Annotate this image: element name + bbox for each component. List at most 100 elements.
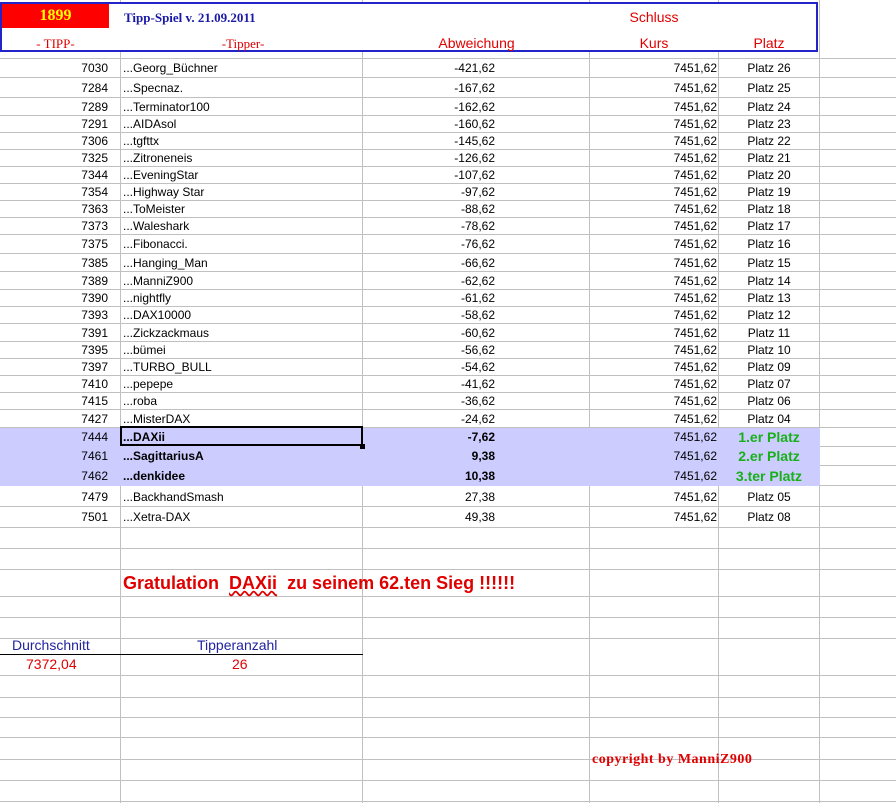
kurs-cell[interactable]: 7451,62	[590, 133, 717, 150]
kurs-cell[interactable]: 7451,62	[590, 150, 717, 167]
tipp-cell[interactable]: 7415	[0, 393, 108, 410]
abweichung-cell[interactable]: 9,38	[363, 447, 495, 466]
tipper-cell[interactable]: ...tgfttx	[123, 133, 363, 150]
platz-cell[interactable]: Platz 21	[719, 150, 819, 167]
kurs-cell[interactable]: 7451,62	[590, 235, 717, 254]
abweichung-cell[interactable]: -97,62	[363, 184, 495, 201]
kurs-cell[interactable]: 7451,62	[590, 428, 717, 447]
congratulation-text[interactable]: Gratulation DAXii zu seinem 62.ten Sieg …	[123, 573, 515, 594]
abweichung-cell[interactable]: -62,62	[363, 272, 495, 290]
tipper-cell[interactable]: ...roba	[123, 393, 363, 410]
tipp-cell[interactable]: 7427	[0, 410, 108, 428]
tipper-cell[interactable]: ...Xetra-DAX	[123, 508, 363, 527]
kurs-cell[interactable]: 7451,62	[590, 167, 717, 184]
abweichung-cell[interactable]: -160,62	[363, 116, 495, 133]
platz-cell[interactable]: Platz 13	[719, 290, 819, 307]
platz-cell[interactable]: Platz 08	[719, 508, 819, 527]
tipp-cell[interactable]: 7291	[0, 116, 108, 133]
tipper-cell[interactable]: ...Terminator100	[123, 98, 363, 116]
abweichung-cell[interactable]: -56,62	[363, 342, 495, 359]
tipp-cell[interactable]: 7501	[0, 508, 108, 527]
abweichung-cell[interactable]: -78,62	[363, 218, 495, 235]
kurs-cell[interactable]: 7451,62	[590, 508, 717, 527]
platz-cell[interactable]: Platz 23	[719, 116, 819, 133]
tipp-cell[interactable]: 7354	[0, 184, 108, 201]
platz-cell[interactable]: Platz 22	[719, 133, 819, 150]
tipp-cell[interactable]: 7306	[0, 133, 108, 150]
kurs-cell[interactable]: 7451,62	[590, 59, 717, 78]
kurs-cell[interactable]: 7451,62	[590, 342, 717, 359]
platz-cell[interactable]: 1.er Platz	[719, 428, 819, 447]
abweichung-cell[interactable]: -61,62	[363, 290, 495, 307]
abweichung-cell[interactable]: -145,62	[363, 133, 495, 150]
tipp-cell[interactable]: 7030	[0, 59, 108, 78]
tipp-cell[interactable]: 7444	[0, 428, 108, 447]
abweichung-cell[interactable]: -7,62	[363, 428, 495, 447]
tipp-cell[interactable]: 7479	[0, 486, 108, 508]
abweichung-cell[interactable]: -126,62	[363, 150, 495, 167]
platz-cell[interactable]: Platz 24	[719, 98, 819, 116]
platz-cell[interactable]: Platz 06	[719, 393, 819, 410]
abweichung-cell[interactable]: -88,62	[363, 201, 495, 218]
copyright-text[interactable]: copyright by ManniZ900	[592, 752, 752, 768]
tipp-cell[interactable]: 7289	[0, 98, 108, 116]
platz-cell[interactable]: Platz 14	[719, 272, 819, 290]
abweichung-cell[interactable]: -76,62	[363, 235, 495, 254]
selected-cell[interactable]	[120, 426, 363, 446]
platz-cell[interactable]: Platz 15	[719, 254, 819, 272]
tipp-cell[interactable]: 7375	[0, 235, 108, 254]
tipper-cell[interactable]: ...Waleshark	[123, 218, 363, 235]
tipper-cell[interactable]: ...Zitroneneis	[123, 150, 363, 167]
platz-cell[interactable]: Platz 19	[719, 184, 819, 201]
kurs-cell[interactable]: 7451,62	[590, 98, 717, 116]
tipper-cell[interactable]: ...SagittariusA	[123, 447, 363, 466]
tipper-cell[interactable]: ...Specnaz.	[123, 78, 363, 98]
kurs-cell[interactable]: 7451,62	[590, 376, 717, 393]
tipper-count-label[interactable]: Tipperanzahl	[197, 637, 277, 653]
platz-cell[interactable]: Platz 12	[719, 307, 819, 324]
abweichung-cell[interactable]: -58,62	[363, 307, 495, 324]
kurs-cell[interactable]: 7451,62	[590, 410, 717, 428]
average-label[interactable]: Durchschnitt	[12, 637, 90, 653]
abweichung-cell[interactable]: -162,62	[363, 98, 495, 116]
abweichung-cell[interactable]: -24,62	[363, 410, 495, 428]
tipper-cell[interactable]: ...bümei	[123, 342, 363, 359]
kurs-cell[interactable]: 7451,62	[590, 218, 717, 235]
abweichung-cell[interactable]: -66,62	[363, 254, 495, 272]
tipp-cell[interactable]: 7389	[0, 272, 108, 290]
platz-cell[interactable]: Platz 05	[719, 486, 819, 508]
tipper-cell[interactable]: ...EveningStar	[123, 167, 363, 184]
kurs-cell[interactable]: 7451,62	[590, 307, 717, 324]
abweichung-cell[interactable]: 10,38	[363, 466, 495, 486]
tipper-cell[interactable]: ...pepepe	[123, 376, 363, 393]
abweichung-cell[interactable]: -421,62	[363, 59, 495, 78]
abweichung-cell[interactable]: -41,62	[363, 376, 495, 393]
tipp-cell[interactable]: 7325	[0, 150, 108, 167]
tipper-cell[interactable]: ...ToMeister	[123, 201, 363, 218]
kurs-cell[interactable]: 7451,62	[590, 466, 717, 486]
platz-cell[interactable]: Platz 11	[719, 324, 819, 342]
platz-cell[interactable]: Platz 16	[719, 235, 819, 254]
kurs-cell[interactable]: 7451,62	[590, 272, 717, 290]
tipper-cell[interactable]: ...Zickzackmaus	[123, 324, 363, 342]
platz-cell[interactable]: Platz 25	[719, 78, 819, 98]
tipp-cell[interactable]: 7410	[0, 376, 108, 393]
platz-cell[interactable]: Platz 26	[719, 59, 819, 78]
tipper-cell[interactable]: ...Fibonacci.	[123, 235, 363, 254]
tipp-cell[interactable]: 7462	[0, 466, 108, 486]
tipper-cell[interactable]: ...Georg_Büchner	[123, 59, 363, 78]
tipper-cell[interactable]: ...AIDAsol	[123, 116, 363, 133]
fill-handle[interactable]	[360, 444, 365, 449]
tipp-cell[interactable]: 7393	[0, 307, 108, 324]
abweichung-cell[interactable]: -54,62	[363, 359, 495, 376]
kurs-cell[interactable]: 7451,62	[590, 254, 717, 272]
abweichung-cell[interactable]: 27,38	[363, 486, 495, 508]
tipp-cell[interactable]: 7395	[0, 342, 108, 359]
tipper-cell[interactable]: ...Highway Star	[123, 184, 363, 201]
kurs-cell[interactable]: 7451,62	[590, 184, 717, 201]
tipp-cell[interactable]: 7390	[0, 290, 108, 307]
tipp-cell[interactable]: 7363	[0, 201, 108, 218]
tipp-cell[interactable]: 7373	[0, 218, 108, 235]
tipper-cell[interactable]: ...ManniZ900	[123, 272, 363, 290]
kurs-cell[interactable]: 7451,62	[590, 324, 717, 342]
